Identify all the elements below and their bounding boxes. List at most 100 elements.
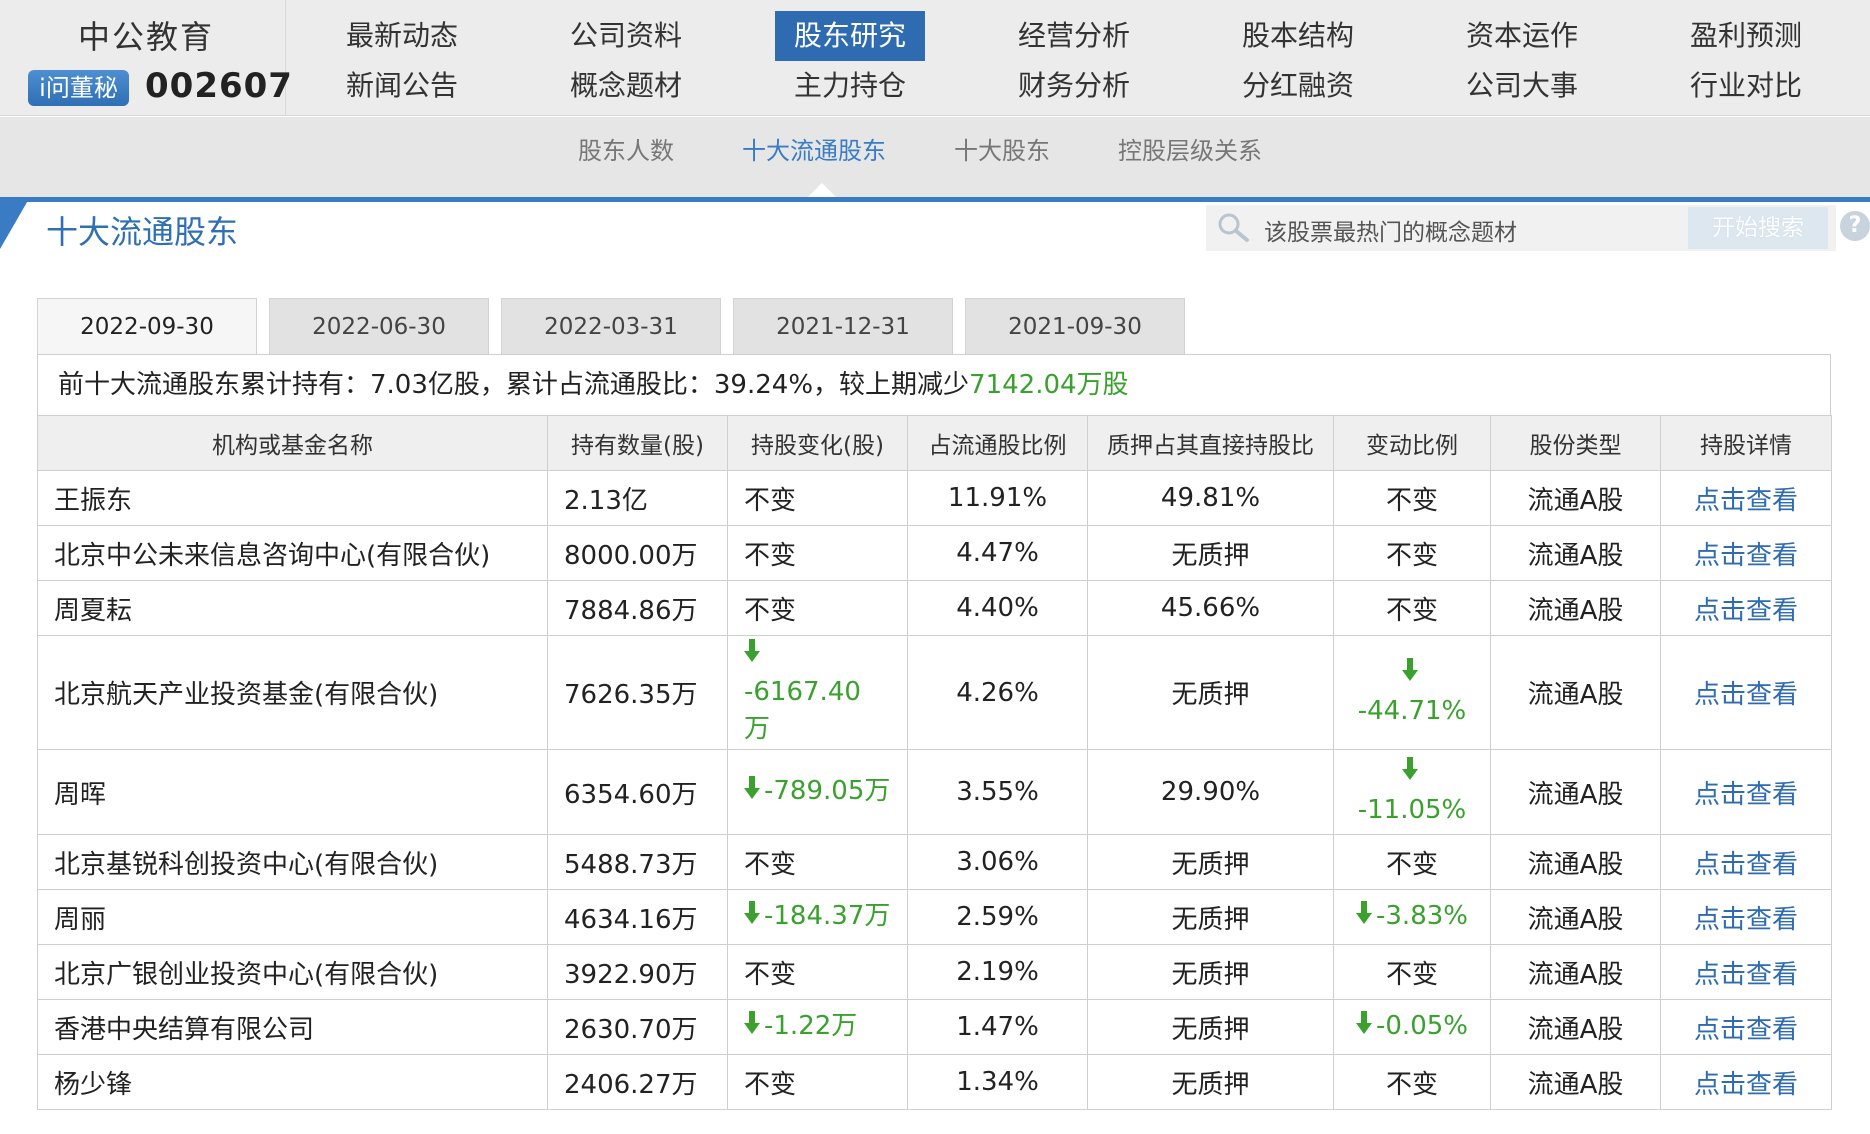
- view-detail-link[interactable]: 点击查看: [1660, 749, 1832, 836]
- holder-name: 北京航天产业投资基金(有限合伙): [37, 634, 548, 751]
- nav-item-industry-compare[interactable]: 行业对比: [1671, 61, 1821, 111]
- decrease-text: -789.05万: [764, 776, 891, 807]
- float-share-ratio: 4.40%: [907, 580, 1088, 636]
- tab-date-2022-06-30[interactable]: 2022-06-30: [269, 298, 489, 354]
- share-type: 流通A股: [1490, 834, 1661, 891]
- change-ratio: -11.05%: [1333, 749, 1491, 836]
- holder-name: 香港中央结算有限公司: [37, 999, 548, 1056]
- nav-item-latest-news[interactable]: 最新动态: [327, 11, 477, 61]
- view-detail-link[interactable]: 点击查看: [1660, 834, 1832, 891]
- table-row: 北京广银创业投资中心(有限合伙) 3922.90万 不变 2.19% 无质押 不变 流通A股…: [37, 944, 1832, 1001]
- holding-quantity: 4634.16万: [547, 889, 728, 946]
- down-arrow-icon: [744, 901, 760, 925]
- holding-quantity: 3922.90万: [547, 944, 728, 1001]
- nav-item-company-events[interactable]: 公司大事: [1447, 61, 1597, 111]
- nav-item-capital-structure[interactable]: 股本结构: [1223, 11, 1373, 61]
- down-arrow-icon: [744, 1011, 760, 1035]
- nav-item-dividend-financing[interactable]: 分红融资: [1223, 61, 1373, 111]
- pledge-ratio: 无质押: [1087, 634, 1334, 751]
- nav-item-financial-analysis[interactable]: 财务分析: [999, 61, 1149, 111]
- view-detail-link[interactable]: 点击查看: [1660, 944, 1832, 1001]
- holding-change: 不变: [727, 1054, 908, 1111]
- holdings-summary: 前十大流通股东累计持有：7.03亿股，累计占流通股比：39.24%，较上期减少7…: [37, 354, 1831, 415]
- decrease-text: -0.05%: [1376, 1011, 1468, 1042]
- stock-brand: 中公教育 i问董秘 002607: [0, 0, 292, 116]
- subnav-top10-float-holders[interactable]: 十大流通股东: [742, 131, 886, 171]
- change-ratio: -3.83%: [1333, 889, 1491, 946]
- pledge-ratio: 49.81%: [1087, 470, 1334, 526]
- holding-change: -184.37万: [727, 889, 908, 946]
- change-ratio: 不变: [1333, 470, 1491, 526]
- company-name: 中公教育: [78, 18, 215, 56]
- col-header-quantity: 持有数量(股): [547, 415, 728, 471]
- share-type: 流通A股: [1490, 1054, 1661, 1111]
- section-title: 十大流通股东: [46, 213, 239, 251]
- share-type: 流通A股: [1490, 749, 1661, 836]
- holder-name: 北京基锐科创投资中心(有限合伙): [37, 834, 548, 891]
- decrease-value: -3.83%: [1356, 898, 1468, 936]
- pledge-ratio: 无质押: [1087, 889, 1334, 946]
- nav-item-profit-forecast[interactable]: 盈利预测: [1671, 11, 1821, 61]
- share-type: 流通A股: [1490, 580, 1661, 636]
- col-header-name: 机构或基金名称: [37, 415, 548, 471]
- top10-float-holders-table: 机构或基金名称 持有数量(股) 持股变化(股) 占流通股比例 质押占其直接持股比…: [37, 415, 1832, 1111]
- table-header-row: 机构或基金名称 持有数量(股) 持股变化(股) 占流通股比例 质押占其直接持股比…: [37, 415, 1832, 471]
- start-search-button[interactable]: 开始搜索: [1688, 207, 1828, 249]
- down-arrow-icon: [1402, 657, 1418, 681]
- subnav-top10-holders[interactable]: 十大股东: [954, 131, 1050, 171]
- share-type: 流通A股: [1490, 470, 1661, 526]
- decrease-text: -6167.40万: [744, 676, 861, 745]
- float-share-ratio: 2.19%: [907, 944, 1088, 1001]
- holding-change: -1.22万: [727, 999, 908, 1056]
- view-detail-link[interactable]: 点击查看: [1660, 1054, 1832, 1111]
- summary-decrease-value: 7142.04万股: [969, 370, 1129, 400]
- nav-item-concepts[interactable]: 概念题材: [551, 61, 701, 111]
- summary-text: 前十大流通股东累计持有：7.03亿股，累计占流通股比：39.24%，较上期减少: [58, 370, 970, 400]
- tab-date-2021-12-31[interactable]: 2021-12-31: [733, 298, 953, 354]
- share-type: 流通A股: [1490, 525, 1661, 581]
- tab-date-2022-03-31[interactable]: 2022-03-31: [501, 298, 721, 354]
- table-row: 北京基锐科创投资中心(有限合伙) 5488.73万 不变 3.06% 无质押 不变 流通A股…: [37, 834, 1832, 891]
- tab-date-2022-09-30[interactable]: 2022-09-30: [37, 298, 257, 354]
- view-detail-link[interactable]: 点击查看: [1660, 580, 1832, 636]
- nav-item-company-info[interactable]: 公司资料: [551, 11, 701, 61]
- concept-search-box: 该股票最热门的概念题材 开始搜索: [1206, 205, 1836, 251]
- holding-change: 不变: [727, 525, 908, 581]
- view-detail-link[interactable]: 点击查看: [1660, 999, 1832, 1056]
- holder-name: 周丽: [37, 889, 548, 946]
- tab-date-2021-09-30[interactable]: 2021-09-30: [965, 298, 1185, 354]
- view-detail-link[interactable]: 点击查看: [1660, 525, 1832, 581]
- col-header-detail: 持股详情: [1660, 415, 1832, 471]
- holder-name: 北京广银创业投资中心(有限合伙): [37, 944, 548, 1001]
- nav-item-announcements[interactable]: 新闻公告: [327, 61, 477, 111]
- change-ratio: -0.05%: [1333, 999, 1491, 1056]
- float-share-ratio: 2.59%: [907, 889, 1088, 946]
- nav-item-shareholder-research[interactable]: 股东研究: [775, 11, 925, 61]
- holder-name: 周夏耘: [37, 580, 548, 636]
- pledge-ratio: 无质押: [1087, 1054, 1334, 1111]
- holding-quantity: 7626.35万: [547, 634, 728, 751]
- subnav-holding-hierarchy[interactable]: 控股层级关系: [1118, 131, 1262, 171]
- float-share-ratio: 3.55%: [907, 749, 1088, 836]
- pledge-ratio: 无质押: [1087, 999, 1334, 1056]
- nav-item-main-holdings[interactable]: 主力持仓: [775, 61, 925, 111]
- nav-item-operation-analysis[interactable]: 经营分析: [999, 11, 1149, 61]
- holding-change: 不变: [727, 834, 908, 891]
- search-icon: [1216, 211, 1252, 249]
- help-icon[interactable]: ?: [1840, 211, 1870, 241]
- nav-item-capital-operation[interactable]: 资本运作: [1447, 11, 1597, 61]
- view-detail-link[interactable]: 点击查看: [1660, 634, 1832, 751]
- ask-secretary-button[interactable]: i问董秘: [28, 70, 129, 106]
- view-detail-link[interactable]: 点击查看: [1660, 889, 1832, 946]
- top-navigation: 中公教育 i问董秘 002607 最新动态 公司资料 股东研究 经营分析 股本结…: [0, 0, 1870, 116]
- table-row: 王振东 2.13亿 不变 11.91% 49.81% 不变 流通A股 点击查看: [37, 470, 1832, 526]
- subnav-shareholder-count[interactable]: 股东人数: [578, 131, 674, 171]
- table-row: 周夏耘 7884.86万 不变 4.40% 45.66% 不变 流通A股 点击查看: [37, 580, 1832, 636]
- down-arrow-icon: [744, 639, 760, 662]
- search-input[interactable]: 该股票最热门的概念题材: [1264, 213, 1517, 247]
- float-share-ratio: 11.91%: [907, 470, 1088, 526]
- change-ratio: 不变: [1333, 1054, 1491, 1111]
- stock-code: 002607: [145, 66, 293, 106]
- change-ratio: 不变: [1333, 580, 1491, 636]
- view-detail-link[interactable]: 点击查看: [1660, 470, 1832, 526]
